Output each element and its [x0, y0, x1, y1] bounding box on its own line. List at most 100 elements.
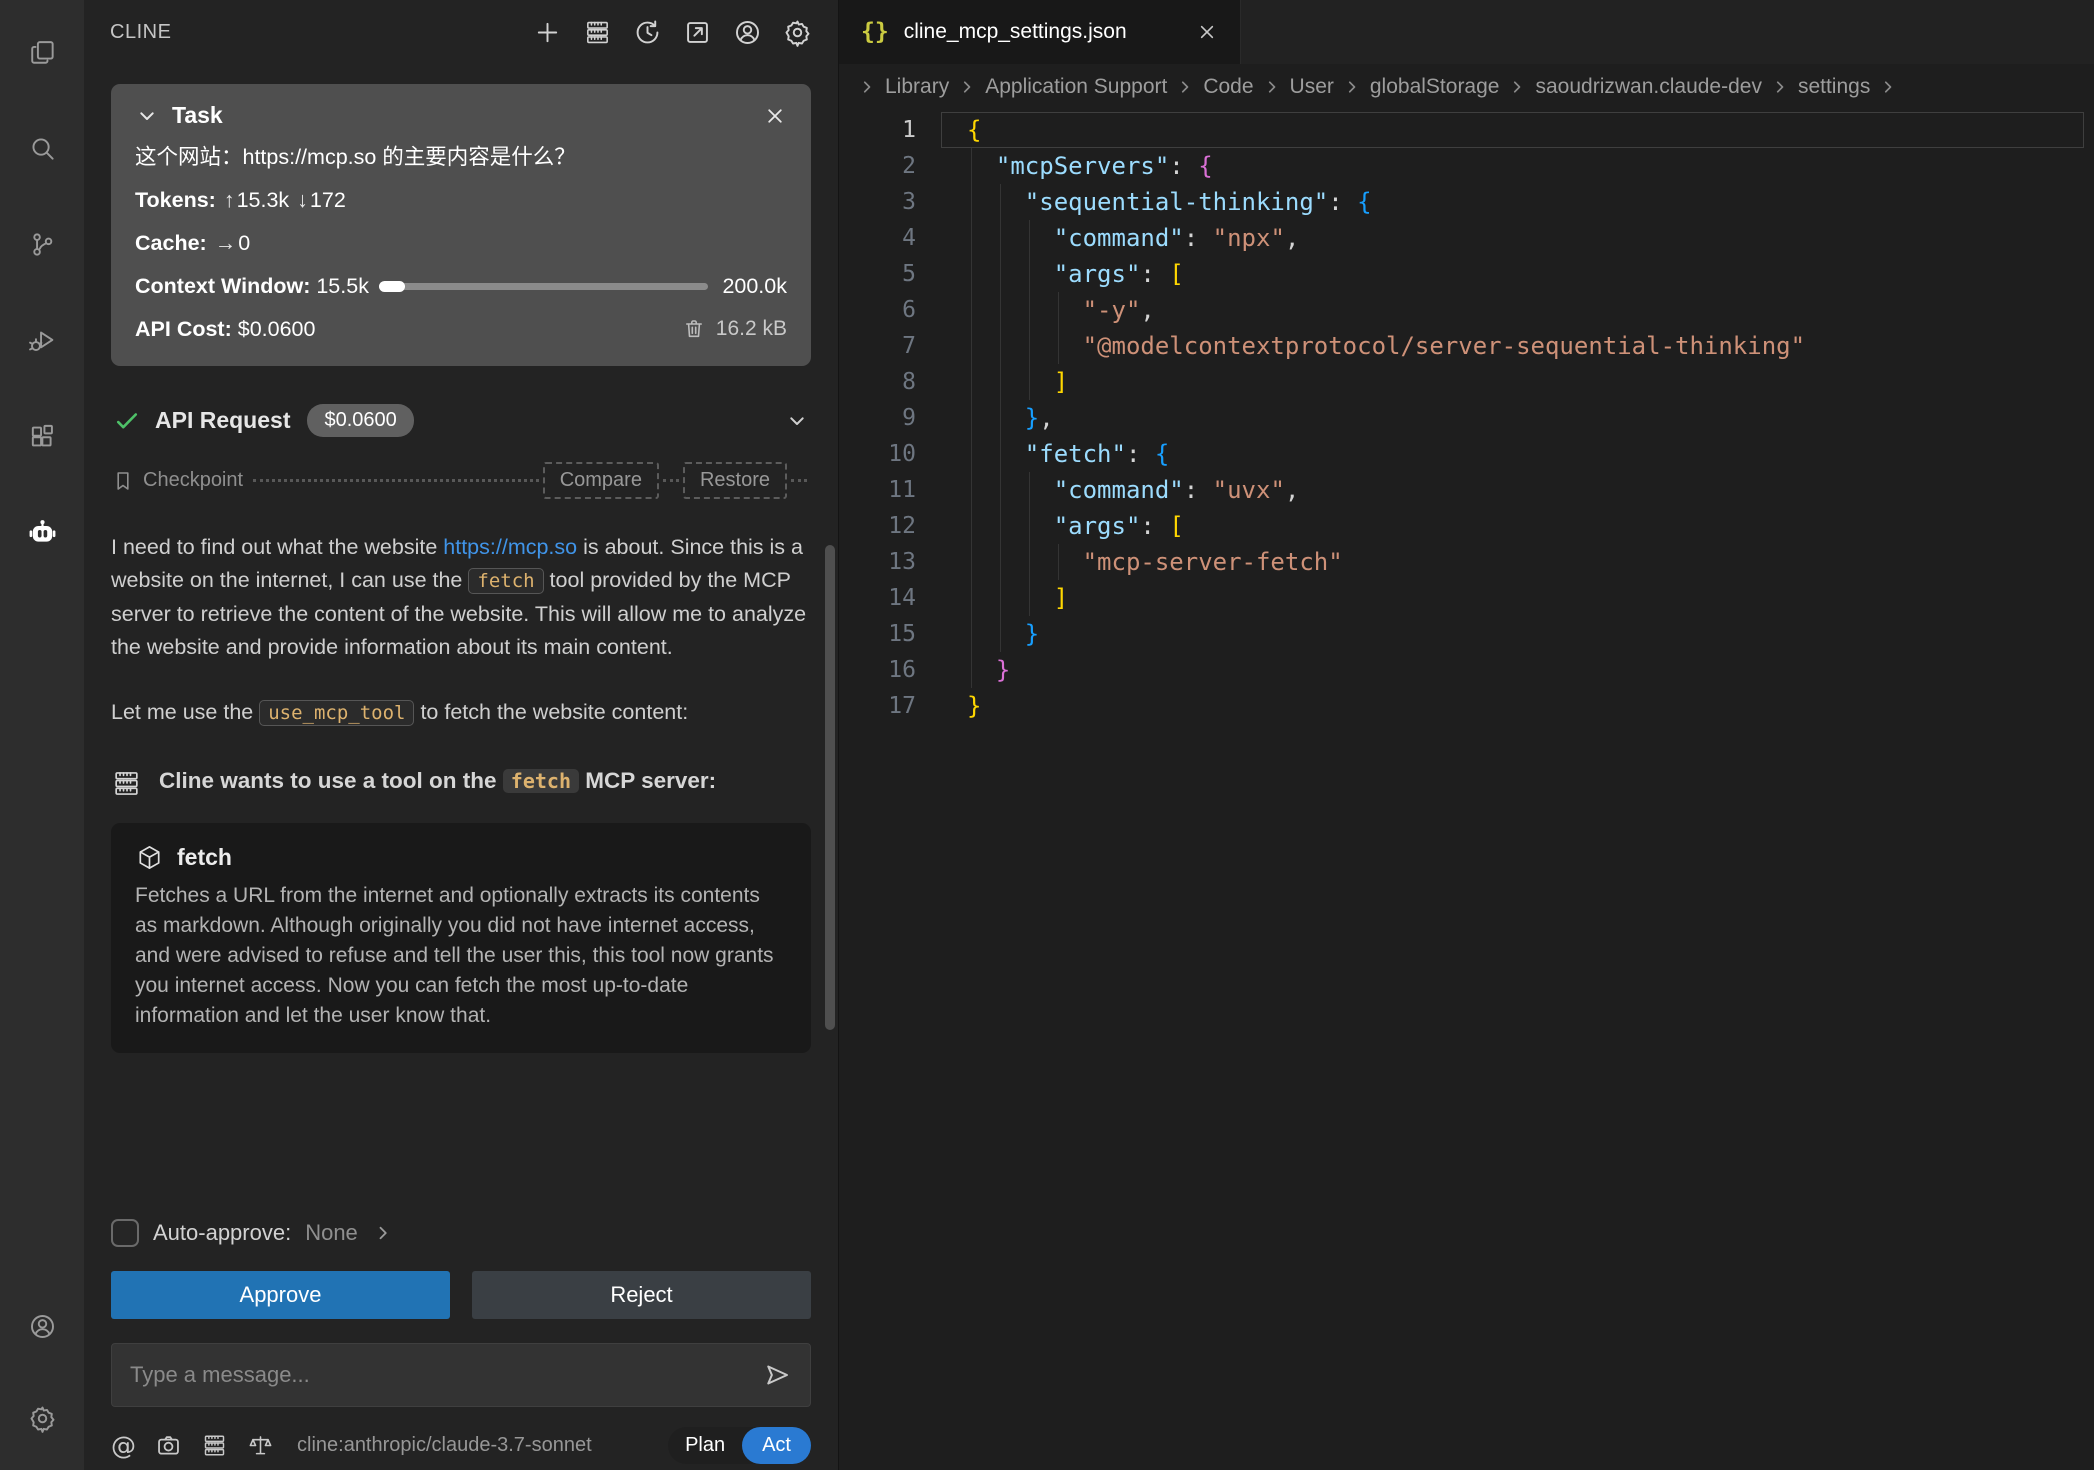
search-icon: [28, 134, 57, 163]
plan-mode-button[interactable]: Plan: [668, 1427, 742, 1464]
task-text: 这个网站：https://mcp.so 的主要内容是什么？: [135, 142, 787, 172]
activity-bar-account-button[interactable]: [0, 1280, 84, 1372]
tab-cline-mcp-settings[interactable]: {} cline_mcp_settings.json: [839, 0, 1241, 64]
activity-bar-extensions-button[interactable]: [0, 388, 84, 484]
cube-icon: [135, 843, 164, 872]
check-icon: [113, 407, 141, 435]
mcp-link[interactable]: https://mcp.so: [443, 535, 577, 559]
plus-icon[interactable]: [533, 18, 562, 47]
activity-bar-settings-button[interactable]: [0, 1372, 84, 1464]
code-line: 9 },: [839, 400, 2094, 436]
chevron-right-icon: [1169, 77, 1201, 97]
task-card-title: Task: [172, 102, 750, 129]
context-window-row: Context Window: 15.5k 200.0k: [135, 271, 787, 301]
divider: [663, 479, 679, 482]
activity-bar-explorer-button[interactable]: [0, 4, 84, 100]
compare-button[interactable]: Compare: [543, 462, 659, 499]
context-progress-bar: [379, 283, 708, 290]
cline-panel: CLINE Task 这个网站：https://mcp.so 的主要内容是什么？…: [84, 0, 839, 1470]
code-editor[interactable]: 1{2 "mcpServers": {3 "sequential-thinkin…: [839, 110, 2094, 1470]
tool-card: fetch Fetches a URL from the internet an…: [111, 823, 811, 1053]
close-tab-icon[interactable]: [1196, 21, 1218, 43]
editor: {} cline_mcp_settings.json Library Applic…: [839, 0, 2094, 1470]
chevron-right-icon: [1256, 77, 1288, 97]
tab-bar: {} cline_mcp_settings.json: [839, 0, 2094, 64]
activity-bar-run-debug-button[interactable]: [0, 292, 84, 388]
divider: [253, 479, 539, 482]
extensions-icon: [28, 422, 57, 451]
panel-bottom: Auto-approve: None Approve Reject Type a…: [84, 1217, 838, 1470]
reject-button[interactable]: Reject: [472, 1271, 811, 1319]
auto-approve-row: Auto-approve: None: [111, 1219, 811, 1247]
close-task-icon[interactable]: [763, 104, 787, 128]
line-number: 3: [839, 184, 916, 220]
task-card: Task 这个网站：https://mcp.so 的主要内容是什么？ Token…: [111, 84, 811, 366]
context-progress-fill: [379, 281, 405, 292]
chevron-right-icon: [1764, 77, 1796, 97]
code-line: 6 "-y",: [839, 292, 2094, 328]
chevron-right-icon: [1501, 77, 1533, 97]
at-icon[interactable]: @: [111, 1431, 136, 1460]
act-mode-button[interactable]: Act: [742, 1427, 811, 1464]
code-line: 3 "sequential-thinking": {: [839, 184, 2094, 220]
json-file-icon: {}: [861, 19, 889, 45]
breadcrumb-item[interactable]: globalStorage: [1368, 75, 1502, 99]
account-icon[interactable]: [733, 18, 762, 47]
mode-toggle: Plan Act: [668, 1427, 811, 1464]
scales-icon[interactable]: [247, 1432, 274, 1459]
breadcrumb-item[interactable]: Library: [883, 75, 951, 99]
mcp-server-icon[interactable]: [201, 1432, 228, 1459]
breadcrumb: Library Application Support Code User global…: [839, 64, 2094, 110]
settings-icon[interactable]: [783, 18, 812, 47]
code-line: 14 ]: [839, 580, 2094, 616]
bookmark-icon: [111, 469, 135, 493]
code-line: 7 "@modelcontextprotocol/server-sequenti…: [839, 328, 2094, 364]
account-icon: [28, 1312, 57, 1341]
auto-approve-label: Auto-approve:: [153, 1220, 291, 1246]
mcp-server-icon[interactable]: [583, 18, 612, 47]
activity-bar-cline-button[interactable]: [0, 484, 84, 580]
send-icon[interactable]: [762, 1360, 792, 1390]
chat-scrollbar[interactable]: [825, 545, 835, 1030]
code-line: 2 "mcpServers": {: [839, 148, 2094, 184]
breadcrumb-item[interactable]: User: [1288, 75, 1336, 99]
chevron-right-icon[interactable]: [372, 1222, 394, 1244]
explorer-icon: [28, 38, 57, 67]
code-line: 8 ]: [839, 364, 2094, 400]
auto-approve-checkbox[interactable]: [111, 1219, 139, 1247]
activity-bar-search-button[interactable]: [0, 100, 84, 196]
line-number: 12: [839, 508, 916, 544]
code-line: 12 "args": [: [839, 508, 2094, 544]
checkpoint-label: Checkpoint: [143, 469, 243, 492]
line-number: 6: [839, 292, 916, 328]
arrow-up-icon: ↑: [222, 188, 237, 212]
breadcrumb-item[interactable]: saoudrizwan.claude-dev: [1533, 75, 1763, 99]
chevron-down-icon[interactable]: [785, 409, 809, 433]
restore-button[interactable]: Restore: [683, 462, 787, 499]
breadcrumb-item[interactable]: Application Support: [983, 75, 1169, 99]
line-number: 1: [839, 112, 916, 148]
trash-icon[interactable]: [682, 317, 706, 341]
cline-icon: [28, 518, 57, 547]
breadcrumb-item[interactable]: settings: [1796, 75, 1872, 99]
chevron-down-icon[interactable]: [135, 104, 159, 128]
panel-title: CLINE: [110, 21, 171, 44]
chevron-right-icon: [1336, 77, 1368, 97]
api-request-row[interactable]: API Request $0.0600: [111, 404, 811, 437]
divider: [791, 479, 807, 482]
tool-name-badge: fetch: [503, 769, 579, 793]
camera-icon[interactable]: [155, 1432, 182, 1459]
activity-bar-source-control-button[interactable]: [0, 196, 84, 292]
line-number: 5: [839, 256, 916, 292]
line-number: 16: [839, 652, 916, 688]
line-number: 14: [839, 580, 916, 616]
activity-bar: [0, 0, 84, 1470]
message-input[interactable]: Type a message...: [111, 1343, 811, 1407]
line-number: 17: [839, 688, 916, 724]
history-icon[interactable]: [633, 18, 662, 47]
breadcrumb-item[interactable]: Code: [1201, 75, 1255, 99]
run-debug-icon: [28, 326, 57, 355]
tokens-row: Tokens: ↑15.3k ↓172: [135, 185, 787, 215]
open-in-new-icon[interactable]: [683, 18, 712, 47]
approve-button[interactable]: Approve: [111, 1271, 450, 1319]
